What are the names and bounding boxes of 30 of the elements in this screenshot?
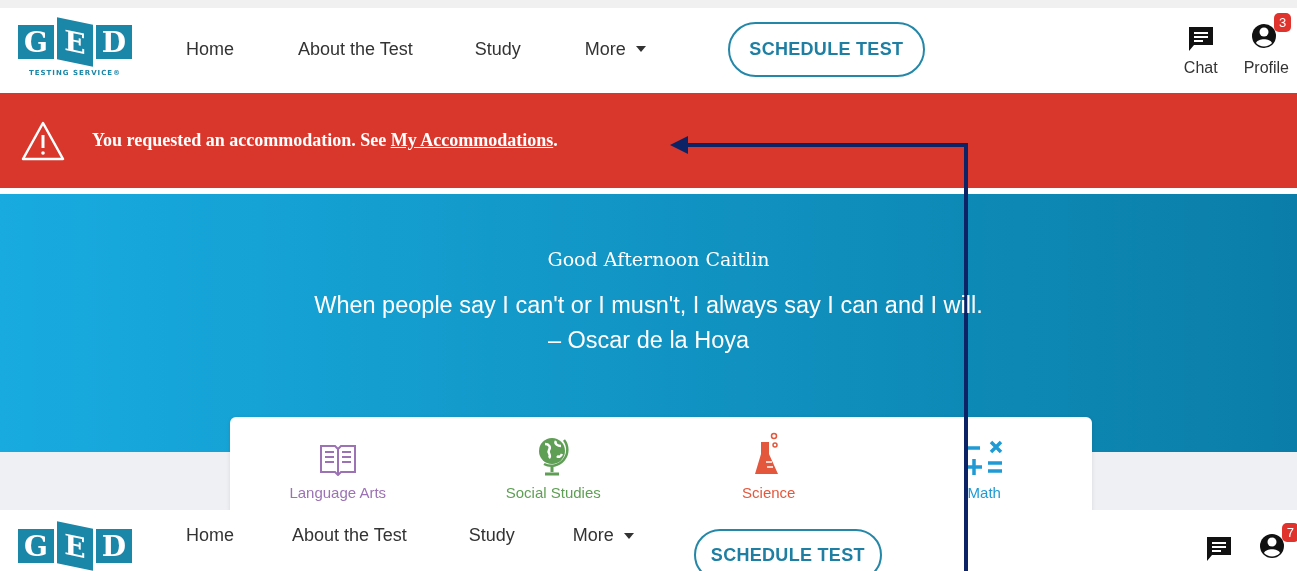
accommodations-link[interactable]: My Accommodations [390, 130, 554, 150]
quote-text: When people say I can't or I musn't, I always say I can and I will. [314, 292, 983, 319]
action-label[interactable]: Chat [1183, 59, 1218, 77]
logo-tile: G [18, 529, 54, 563]
quote-author: – Oscar de la Hoya [547, 327, 750, 354]
nav-link[interactable]: Study [474, 38, 521, 60]
alert-message: You requested an accommodation. See My Accommodations. [92, 130, 558, 151]
nav-link[interactable]: Home [186, 525, 234, 546]
nav-link[interactable]: Home [186, 38, 234, 60]
chat-icon[interactable] [1205, 535, 1233, 563]
chat-icon[interactable] [1186, 25, 1215, 53]
warning-icon [20, 119, 66, 162]
subject-label[interactable]: Language Arts [289, 484, 387, 501]
notification-badge: 7 [1281, 523, 1297, 542]
nav-link[interactable]: Study [468, 525, 515, 546]
action-label[interactable]: Profile [1243, 59, 1289, 77]
logo-tile: G [18, 25, 54, 59]
schedule-test-button[interactable]: SCHEDULE TEST [693, 529, 882, 571]
nav-link[interactable]: About the Test [298, 38, 413, 60]
nav-link[interactable]: About the Test [292, 525, 407, 546]
greeting-text: Good Afternoon Caitlin [547, 248, 770, 270]
logo-tile: D [96, 529, 132, 563]
nav-link[interactable]: More [584, 38, 646, 60]
logo-tile: E [57, 521, 93, 571]
nav-link[interactable]: More [572, 525, 634, 546]
schedule-test-button[interactable]: SCHEDULE TEST [727, 21, 925, 77]
logo-tile: D [96, 25, 132, 59]
subject-label[interactable]: Science [742, 484, 796, 501]
logo-tile: E [57, 17, 93, 67]
notification-badge: 3 [1274, 13, 1292, 32]
